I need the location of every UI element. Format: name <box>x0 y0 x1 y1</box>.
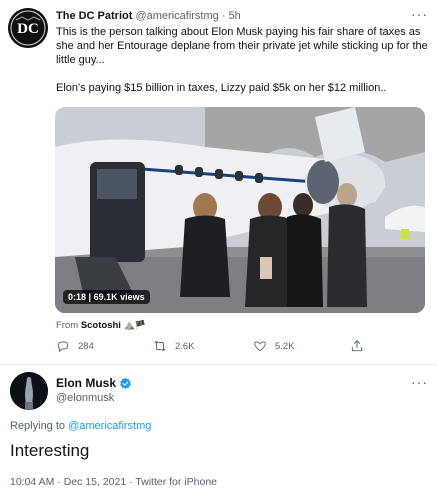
tweet-actions: 284 2.6K 5.2K <box>56 339 376 357</box>
elon-musk-avatar[interactable] <box>10 372 48 410</box>
header-separator: · <box>221 10 226 22</box>
retweet-button[interactable]: 2.6K <box>153 339 195 353</box>
video-views: 69.1K views <box>93 292 145 302</box>
retweet-icon <box>154 341 166 351</box>
quoted-tweet-time[interactable]: 5h <box>229 10 241 22</box>
from-name[interactable]: Scotoshi <box>81 320 121 331</box>
divider <box>0 364 437 365</box>
from-attribution: From Scotoshi ⛰️🏴 <box>56 320 146 331</box>
verified-icon <box>120 377 131 389</box>
main-more-icon[interactable]: ··· <box>411 374 428 390</box>
retweet-count: 2.6K <box>175 340 195 352</box>
from-prefix: From <box>56 320 79 331</box>
dc-patriot-avatar[interactable]: DC <box>8 8 48 48</box>
main-author-name[interactable]: Elon Musk <box>56 376 116 390</box>
video-badge-separator: | <box>88 292 92 302</box>
quoted-tweet[interactable]: DC The DC Patriot @americafirstmg · 5h ·… <box>0 0 437 362</box>
replying-prefix: Replying to <box>10 420 66 432</box>
share-icon <box>351 340 363 352</box>
from-emoji: ⛰️🏴 <box>123 320 146 330</box>
quoted-more-icon[interactable]: ··· <box>411 6 428 22</box>
video-frame <box>55 107 425 313</box>
avatar-image <box>10 372 48 410</box>
main-author-name-row[interactable]: Elon Musk <box>56 376 132 390</box>
quoted-author-handle[interactable]: @americafirstmg <box>135 10 218 22</box>
tweet-timestamp[interactable]: 10:04 AM · Dec 15, 2021 · Twitter for iP… <box>10 476 217 488</box>
svg-text:DC: DC <box>17 21 39 37</box>
like-count: 5.2K <box>275 340 295 352</box>
reply-button[interactable]: 284 <box>56 339 94 353</box>
replying-to: Replying to @americafirstmg <box>10 420 151 432</box>
quoted-tweet-text: This is the person talking about Elon Mu… <box>56 25 428 109</box>
reply-icon <box>57 341 69 353</box>
video-player[interactable]: 0:18 | 69.1K views <box>55 107 425 313</box>
quoted-author-name[interactable]: The DC Patriot <box>56 10 132 22</box>
quoted-tweet-paragraph: Elon's paying $15 billion in taxes, Lizz… <box>56 82 387 94</box>
video-duration: 0:18 <box>68 292 87 302</box>
like-icon <box>254 341 266 352</box>
like-button[interactable]: 5.2K <box>253 339 295 353</box>
quoted-tweet-header: The DC Patriot @americafirstmg · 5h <box>56 10 241 22</box>
video-stats-badge: 0:18 | 69.1K views <box>63 290 150 304</box>
share-button[interactable] <box>350 339 364 353</box>
main-author-handle[interactable]: @elonmusk <box>56 392 114 404</box>
reply-count: 284 <box>78 340 94 352</box>
replying-to-link[interactable]: @americafirstmg <box>68 420 151 432</box>
main-tweet-text: Interesting <box>10 441 90 460</box>
quoted-tweet-paragraph: This is the person talking about Elon Mu… <box>56 26 428 66</box>
dc-patriot-logo-icon: DC <box>8 8 48 48</box>
